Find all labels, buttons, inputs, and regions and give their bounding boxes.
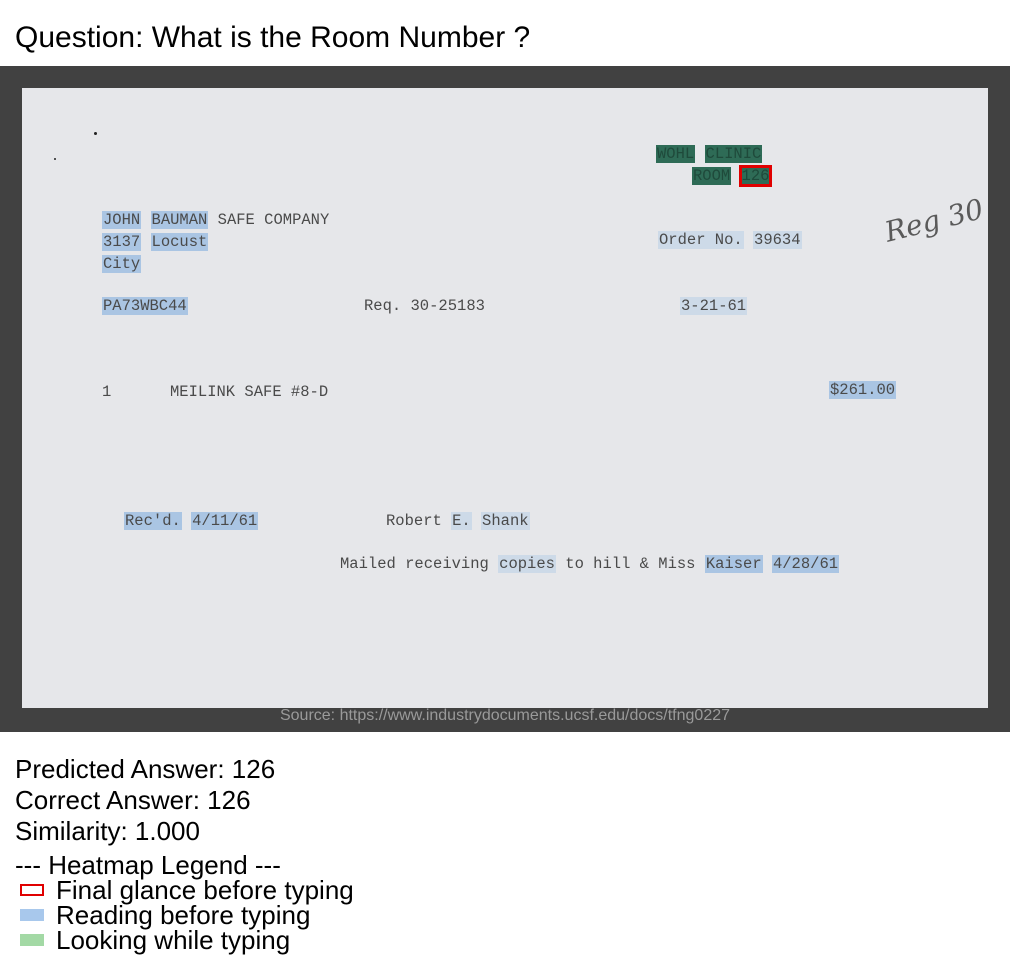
room-number: 126: [738, 165, 773, 187]
line-item-qty: 1: [102, 383, 112, 401]
signer-first: Robert: [386, 512, 442, 530]
predicted-answer: Predicted Answer: 126: [15, 754, 276, 784]
company-name-last: BAUMAN: [150, 211, 209, 229]
clinic-line: WOHL CLINIC: [656, 145, 763, 163]
mailed-rest: to hill & Miss: [565, 555, 696, 573]
company-name-first: JOHN: [102, 211, 142, 229]
correct-answer: Correct Answer: 126: [15, 785, 251, 815]
order-date: 3-21-61: [680, 297, 748, 315]
order-label: Order No.: [658, 231, 744, 249]
mailed-date: 4/28/61: [771, 555, 840, 573]
room-line: ROOM 126: [692, 165, 773, 187]
line-item-description: MEILINK SAFE #8-D: [170, 383, 329, 401]
mailed-copies: copies: [498, 555, 556, 573]
source-caption: Source: https://www.industrydocuments.uc…: [279, 707, 731, 724]
order-line: Order No. 39634: [658, 231, 802, 249]
similarity-score: Similarity: 1.000: [15, 816, 200, 846]
received-date: 4/11/61: [191, 512, 259, 530]
legend-item-reading: Reading before typing: [20, 900, 311, 930]
green-swatch-icon: [20, 934, 44, 946]
clinic-word-2: CLINIC: [704, 145, 763, 163]
blue-swatch-icon: [20, 909, 44, 921]
document-frame: WOHL CLINIC ROOM 126 Reg 30 JOHN BAUMAN …: [0, 66, 1010, 732]
mailed-name: Kaiser: [704, 555, 763, 573]
company-city-line: City: [102, 255, 142, 273]
signer-line: Robert E. Shank: [386, 512, 530, 530]
clinic-word-1: WOHL: [656, 145, 696, 163]
code-line: PA73WBC44: [102, 297, 188, 315]
received-line: Rec'd. 4/11/61: [124, 512, 259, 530]
account-code: PA73WBC44: [102, 297, 188, 315]
date-line: 3-21-61: [680, 297, 748, 315]
company-city: City: [102, 255, 142, 273]
company-name-rest: SAFE COMPANY: [217, 211, 330, 229]
mailed-line: Mailed receiving copies to hill & Miss K…: [340, 555, 840, 573]
legend-label: Reading before typing: [56, 900, 311, 930]
ink-speck: [54, 158, 56, 160]
req-number: Req. 30-25183: [364, 297, 485, 315]
company-street-line: 3137 Locust: [102, 233, 209, 251]
company-name-line: JOHN BAUMAN SAFE COMPANY: [102, 211, 329, 229]
mailed-text: Mailed receiving: [340, 555, 489, 573]
signer-last: Shank: [481, 512, 530, 530]
street-name: Locust: [150, 233, 209, 251]
street-number: 3137: [102, 233, 142, 251]
received-label: Rec'd.: [124, 512, 182, 530]
legend-label: Looking while typing: [56, 925, 291, 955]
order-number: 39634: [753, 231, 802, 249]
line-item-amount-line: $261.00: [829, 381, 897, 399]
document-page: WOHL CLINIC ROOM 126 Reg 30 JOHN BAUMAN …: [22, 88, 988, 708]
legend-label: Final glance before typing: [56, 875, 354, 905]
ink-speck: [94, 132, 97, 135]
handwritten-note: Reg 30: [881, 192, 987, 249]
signer-initial: E.: [451, 512, 472, 530]
legend-item-looking: Looking while typing: [20, 925, 291, 955]
question-text: Question: What is the Room Number ?: [15, 21, 531, 54]
line-item-amount: $261.00: [829, 381, 897, 399]
red-outline-swatch-icon: [20, 884, 44, 896]
legend-item-final-glance: Final glance before typing: [20, 875, 354, 905]
room-label: ROOM: [692, 167, 732, 185]
